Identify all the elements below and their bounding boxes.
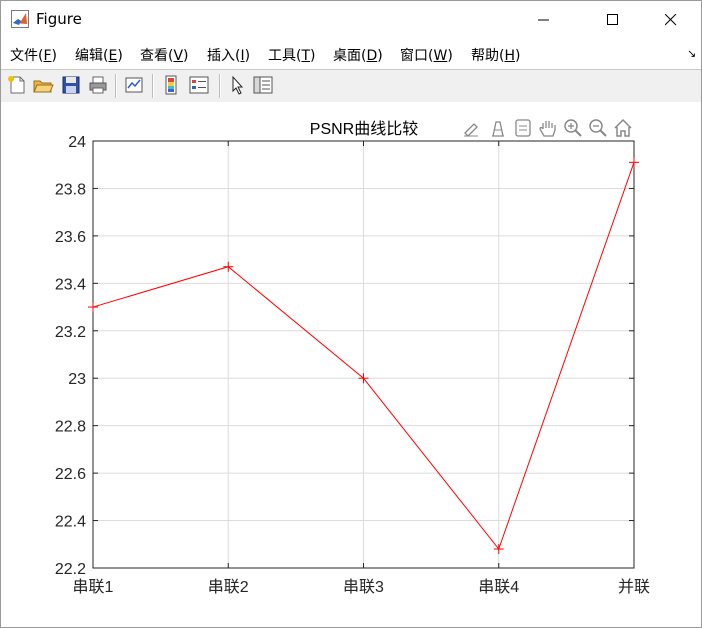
y-tick-label: 23.8 [55,181,86,198]
zoom-in-icon[interactable] [562,117,584,139]
close-icon [665,14,677,26]
grid [93,140,634,569]
y-tick-label: 22.6 [55,466,86,483]
maximize-icon [607,14,618,25]
title-bar: Figure [1,1,701,39]
x-axis: 串联1 串联2 串联3 串联4 并联 [73,141,650,596]
brush-icon[interactable] [461,117,483,139]
y-tick-label: 23 [68,371,86,388]
x-tick-label: 并联 [618,578,650,596]
x-tick-label: 串联3 [343,578,384,596]
legend-icon[interactable] [188,74,210,96]
minimize-button[interactable] [521,1,567,39]
menu-bar: 文件(F) 编辑(E) 查看(V) 插入(I) 工具(T) 桌面(D) 窗口(W… [1,39,701,69]
x-tick-label: 串联2 [208,578,249,596]
data-point-marker [493,544,504,555]
menu-insert[interactable]: 插入(I) [207,45,250,65]
open-file-icon[interactable] [32,74,54,96]
data-cursor-icon[interactable] [487,117,509,139]
new-figure-icon[interactable] [6,74,28,96]
x-tick-label: 串联1 [73,578,114,596]
dock-arrow-icon[interactable]: ↘ [687,47,696,60]
pointer-icon[interactable] [226,74,248,96]
toolbar-separator [152,74,154,98]
figure-window: Figure 文件(F) 编辑(E) 查看(V) 插入(I) 工具(T) 桌面(… [0,0,702,628]
menu-window[interactable]: 窗口(W) [400,45,453,65]
toolbar-separator [115,74,117,98]
print-icon[interactable] [87,74,109,96]
toolbar-separator [219,74,221,98]
property-editor-icon[interactable] [252,74,274,96]
minimize-icon [538,19,549,21]
y-tick-label: 22.4 [55,514,86,531]
axes-plot[interactable]: PSNR曲线比较 22.222.422.622.82323.223.423.62… [1,101,701,627]
y-tick-label: 22.8 [55,419,86,436]
x-tick-label: 串联4 [478,578,519,596]
y-tick-label: 23.6 [55,229,86,246]
zoom-out-icon[interactable] [587,117,609,139]
data-point-marker [88,302,98,313]
pan-icon[interactable] [537,117,559,139]
y-tick-label: 22.2 [55,561,86,578]
colorbar-icon[interactable] [160,74,182,96]
menu-help[interactable]: 帮助(H) [471,45,520,65]
y-axis: 22.2 22.4 22.6 22.8 23 23.2 23.4 23.6 23.8 24 [55,134,634,578]
data-point-marker [629,157,639,168]
menu-tools[interactable]: 工具(T) [268,45,316,65]
home-icon[interactable] [612,117,634,139]
chart-title: PSNR曲线比较 [310,120,418,138]
menu-edit[interactable]: 编辑(E) [75,45,123,65]
toolbar [1,69,701,103]
y-tick-label: 24 [68,134,86,151]
menu-desktop[interactable]: 桌面(D) [333,45,383,65]
window-title: Figure [36,10,82,28]
y-tick-label: 23.4 [55,276,86,293]
maximize-button[interactable] [590,1,636,39]
link-plot-icon[interactable] [123,74,145,96]
datatip-icon[interactable] [512,117,534,139]
menu-file[interactable]: 文件(F) [10,45,57,65]
close-button[interactable] [648,1,694,39]
matlab-icon [11,10,29,28]
save-icon[interactable] [60,74,82,96]
menu-view[interactable]: 查看(V) [140,45,189,65]
y-tick-label: 23.2 [55,324,86,341]
